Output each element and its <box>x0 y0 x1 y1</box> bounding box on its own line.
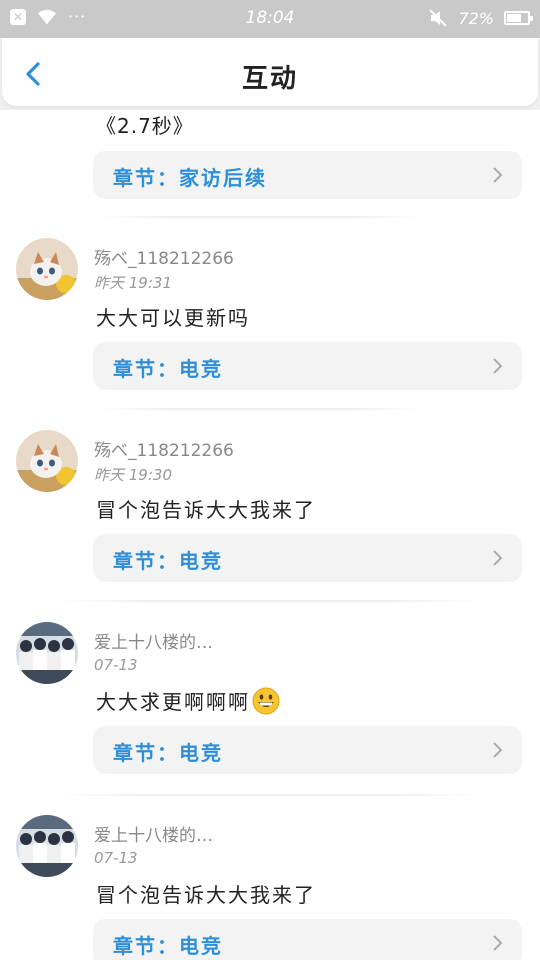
comment-text: 大大可以更新吗 <box>96 302 250 331</box>
header: 互动 <box>2 38 538 106</box>
comment-text-content: 冒个泡告诉大大我来了 <box>96 883 316 907</box>
cat-avatar <box>16 238 78 300</box>
chapter-label: 章节：家访后续 <box>113 166 267 190</box>
comment-text: 大大求更啊啊啊 <box>96 686 280 715</box>
comment-item[interactable]: 爱上十八楼的… 07-13 冒个泡告诉大大我来了 章节：电竞 <box>0 815 540 960</box>
chevron-right-icon <box>493 167 503 183</box>
comment-text-content: 大大求更啊啊啊 <box>96 690 250 714</box>
comment-text: 冒个泡告诉大大我来了 <box>96 879 316 908</box>
divider <box>60 794 480 796</box>
timestamp: 昨天 19:31 <box>94 274 172 292</box>
group-photo-avatar <box>16 815 78 877</box>
comment-text-content: 大大可以更新吗 <box>96 306 250 330</box>
grinning-face-emoji-icon <box>252 687 280 714</box>
avatar[interactable] <box>16 430 78 492</box>
timestamp: 07-13 <box>94 849 138 867</box>
battery-percent: 72% <box>458 8 494 28</box>
status-bar: ✕ ··· 18:04 72% <box>0 0 540 38</box>
comment-text: 冒个泡告诉大大我来了 <box>96 494 316 523</box>
cat-avatar <box>16 430 78 492</box>
comment-item[interactable]: 殇べ_118212266 昨天 19:30 冒个泡告诉大大我来了 章节：电竞 <box>0 430 540 622</box>
chapter-link[interactable]: 章节：家访后续 <box>93 151 522 199</box>
divider <box>60 600 480 602</box>
divider <box>100 216 420 218</box>
partial-comment-text: 《2.7秒》 <box>96 114 194 138</box>
comment-item[interactable]: 殇べ_118212266 昨天 19:31 大大可以更新吗 章节：电竞 <box>0 238 540 430</box>
avatar[interactable] <box>16 622 78 684</box>
chapter-label: 章节：电竞 <box>113 934 223 958</box>
chevron-right-icon <box>493 742 503 758</box>
comment-item[interactable]: 爱上十八楼的… 07-13 大大求更啊啊啊 章节：电竞 <box>0 622 540 814</box>
chevron-right-icon <box>493 550 503 566</box>
chapter-link[interactable]: 章节：电竞 <box>93 919 522 960</box>
chapter-label: 章节：电竞 <box>113 741 223 765</box>
mute-icon <box>429 9 448 27</box>
timestamp: 昨天 19:30 <box>94 466 172 484</box>
divider <box>100 408 420 410</box>
chapter-label: 章节：电竞 <box>113 357 223 381</box>
chapter-link[interactable]: 章节：电竞 <box>93 726 522 774</box>
group-photo-avatar <box>16 622 78 684</box>
comment-feed[interactable]: 《2.7秒》 章节：家访后续 殇べ_118212266 昨天 19:31 大大可… <box>0 110 540 960</box>
status-right: 72% <box>428 8 533 28</box>
page-title: 互动 <box>241 64 298 94</box>
username[interactable]: 爱上十八楼的… <box>94 821 213 846</box>
chevron-right-icon <box>493 935 503 951</box>
battery-fill <box>507 14 522 22</box>
comment-text-content: 冒个泡告诉大大我来了 <box>96 498 316 522</box>
username[interactable]: 殇べ_118212266 <box>94 436 234 461</box>
chevron-right-icon <box>493 358 503 374</box>
avatar[interactable] <box>16 238 78 300</box>
username[interactable]: 殇べ_118212266 <box>94 244 234 269</box>
chapter-link[interactable]: 章节：电竞 <box>93 534 522 582</box>
username[interactable]: 爱上十八楼的… <box>94 628 213 653</box>
screen: ✕ ··· 18:04 72% 互动 《2.7秒》 章节：家访后续 殇べ_118… <box>0 0 540 960</box>
timestamp: 07-13 <box>94 656 138 674</box>
header-wrap: 互动 <box>0 38 540 110</box>
chapter-link[interactable]: 章节：电竞 <box>93 342 522 390</box>
battery-icon <box>504 11 533 25</box>
avatar[interactable] <box>16 815 78 877</box>
chapter-label: 章节：电竞 <box>113 549 223 573</box>
